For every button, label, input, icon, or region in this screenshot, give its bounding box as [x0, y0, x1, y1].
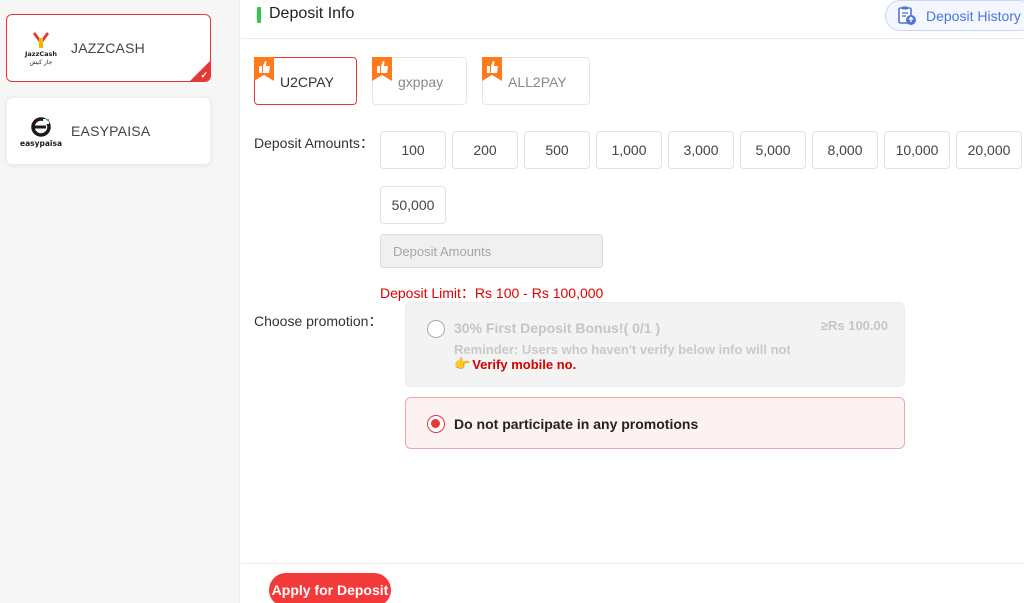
amount-option[interactable]: 100 — [380, 131, 446, 169]
channel-all2pay-label: ALL2PAY — [508, 74, 567, 90]
promotion-none-radio[interactable] — [427, 415, 445, 433]
amount-option[interactable]: 8,000 — [812, 131, 878, 169]
method-easypaisa[interactable]: easypaisa EASYPAISA — [6, 97, 211, 165]
promotion-first-deposit-bonus[interactable]: 30% First Deposit Bonus!( 0/1 ) ≥Rs 100.… — [405, 302, 905, 387]
channel-all2pay[interactable]: ALL2PAY — [482, 57, 590, 105]
pointing-hand-icon: 👉 — [454, 356, 471, 371]
amount-option[interactable]: 20,000 — [956, 131, 1022, 169]
amount-option[interactable]: 10,000 — [884, 131, 950, 169]
verify-mobile-link[interactable]: 👉 Verify mobile no. — [454, 356, 576, 372]
promotion-title: 30% First Deposit Bonus!( 0/1 ) — [454, 320, 661, 336]
svg-text:JazzCash: JazzCash — [24, 50, 57, 58]
thumbs-up-badge-icon — [254, 57, 274, 81]
method-easypaisa-label: EASYPAISA — [71, 123, 151, 139]
channel-u2cpay[interactable]: U2CPAY — [254, 57, 357, 105]
channel-u2cpay-label: U2CPAY — [280, 74, 334, 90]
choose-promotion-label: Choose promotion： — [254, 313, 383, 329]
amount-option[interactable]: 1,000 — [596, 131, 662, 169]
promotion-minimum: ≥Rs 100.00 — [820, 318, 888, 333]
payment-method-sidebar: JazzCash جاز کیش JAZZCASH ✓ easypaisa EA… — [0, 0, 240, 603]
thumbs-up-badge-icon — [372, 57, 392, 81]
amount-option[interactable]: 200 — [452, 131, 518, 169]
amount-option[interactable]: 3,000 — [668, 131, 734, 169]
deposit-amount-input[interactable] — [380, 234, 603, 268]
header-accent-bar — [257, 7, 261, 23]
verify-mobile-label: Verify mobile no. — [472, 356, 577, 372]
amount-option[interactable]: 50,000 — [380, 186, 446, 224]
apply-for-deposit-button[interactable]: Apply for Deposit — [269, 573, 391, 603]
method-jazzcash-label: JAZZCASH — [71, 40, 145, 56]
amount-option[interactable]: 5,000 — [740, 131, 806, 169]
promotion-radio[interactable] — [427, 320, 445, 338]
channel-gxppay-label: gxppay — [398, 74, 444, 90]
page-title: Deposit Info — [269, 5, 355, 22]
deposit-amounts-label: Deposit Amounts： — [254, 135, 374, 151]
promotion-none-option[interactable]: Do not participate in any promotions — [405, 397, 905, 449]
channel-gxppay[interactable]: gxppay — [372, 57, 467, 105]
deposit-history-label: Deposit History — [926, 7, 1021, 24]
deposit-history-button[interactable]: Deposit History — [885, 0, 1024, 31]
deposit-header: Deposit Info Deposit History — [241, 0, 1024, 39]
promotion-none-label: Do not participate in any promotions — [454, 416, 699, 432]
history-icon — [898, 6, 916, 25]
svg-text:جاز کیش: جاز کیش — [30, 59, 53, 66]
promotion-reminder: Reminder: Users who haven't verify below… — [454, 342, 790, 357]
deposit-limit-text: Deposit Limit：Rs 100 - Rs 100,000 — [380, 285, 604, 301]
jazzcash-logo: JazzCash جاز کیش — [19, 26, 63, 70]
svg-text:easypaisa: easypaisa — [20, 139, 62, 148]
amount-option[interactable]: 500 — [524, 131, 590, 169]
deposit-footer: Apply for Deposit — [241, 563, 1024, 603]
method-jazzcash[interactable]: JazzCash جاز کیش JAZZCASH ✓ — [6, 14, 211, 82]
check-icon: ✓ — [200, 70, 208, 80]
thumbs-up-badge-icon — [482, 57, 502, 81]
easypaisa-logo: easypaisa — [19, 109, 63, 153]
